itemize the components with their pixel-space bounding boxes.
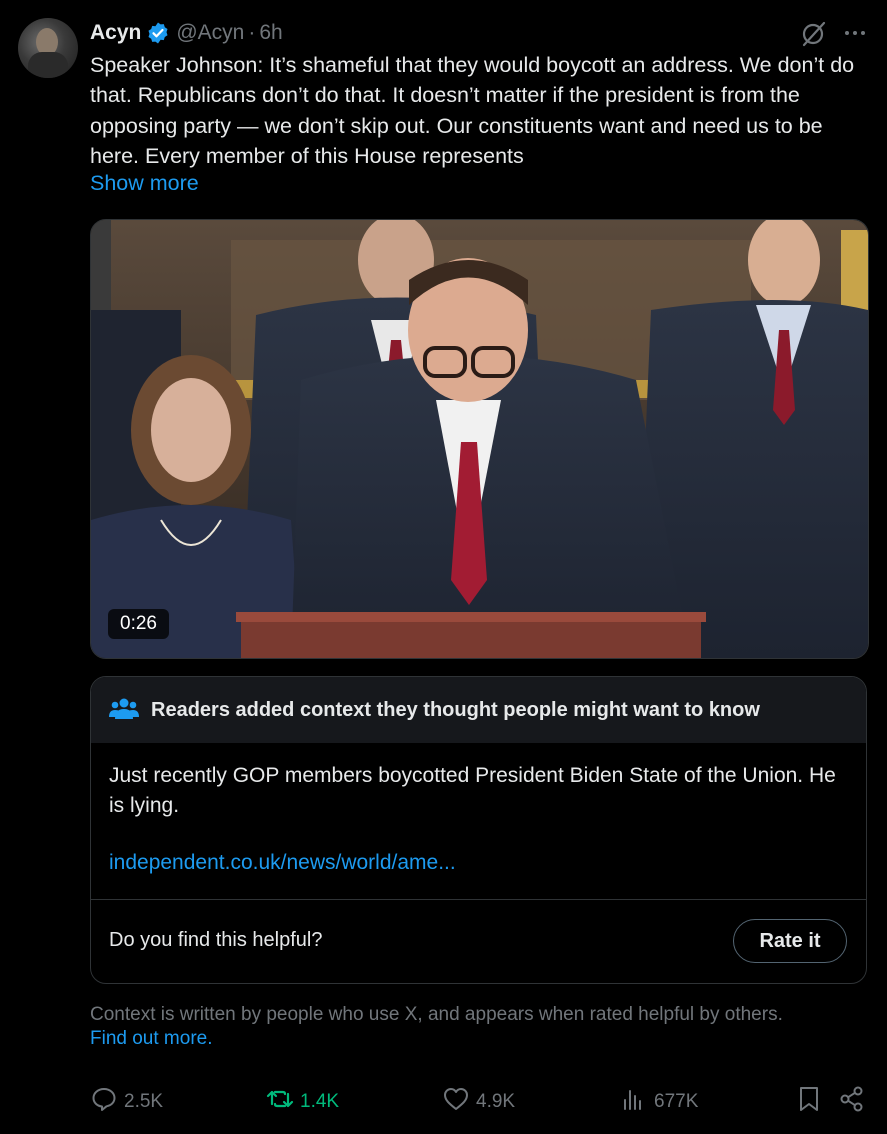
video-frame [91,220,868,658]
view-count: 677K [654,1091,699,1112]
views-icon [620,1085,654,1119]
share-icon [838,1085,872,1119]
show-more-link[interactable]: Show more [90,171,199,196]
community-notes-icon [109,695,139,726]
video-player[interactable] [90,219,869,659]
tweet-timestamp[interactable]: 6h [259,21,282,45]
context-info-text: Context is written by people who use X, … [90,1004,783,1025]
helpful-question: Do you find this helpful? [109,929,323,951]
tweet-text: Speaker Johnson: It’s shameful that they… [90,53,855,168]
bookmark-icon [796,1085,828,1119]
reply-icon [90,1085,124,1119]
context-info: Context is written by people who use X, … [90,1003,860,1051]
like-count: 4.9K [476,1091,516,1112]
bookmark-button[interactable] [796,1085,828,1119]
reply-button[interactable]: 2.5K [90,1085,163,1119]
share-button[interactable] [838,1085,872,1119]
community-note-title: Readers added context they thought peopl… [151,698,760,721]
more-icon[interactable] [840,18,870,48]
rate-it-button[interactable]: Rate it [733,919,847,963]
community-note-header: Readers added context they thought peopl… [91,677,866,743]
repost-button[interactable]: 1.4K [266,1085,339,1119]
repost-count: 1.4K [300,1091,340,1112]
author-name[interactable]: Acyn [90,21,141,45]
repost-icon [266,1085,300,1119]
find-out-more-link[interactable]: Find out more. [90,1028,213,1049]
author-avatar[interactable] [18,18,78,78]
avatar-body [28,52,68,78]
author-handle[interactable]: @Acyn [176,21,244,45]
tweet-header: Acyn @Acyn · 6h [90,18,283,48]
video-duration: 0:26 [108,609,169,639]
community-note-body: Just recently GOP members boycotted Pres… [109,764,836,817]
grok-icon[interactable] [799,18,829,48]
action-bar: 2.5K 1.4K 4.9K 677K [90,1085,875,1119]
views-button[interactable]: 677K [620,1085,698,1119]
verified-badge-icon [146,21,170,45]
reply-count: 2.5K [124,1091,164,1112]
community-note-source-link[interactable]: independent.co.uk/news/world/ame... [109,851,456,875]
community-note-divider [91,899,866,900]
header-separator: · [248,21,256,44]
like-button[interactable]: 4.9K [442,1085,515,1119]
community-note: Readers added context they thought peopl… [90,676,867,984]
like-icon [442,1085,476,1119]
